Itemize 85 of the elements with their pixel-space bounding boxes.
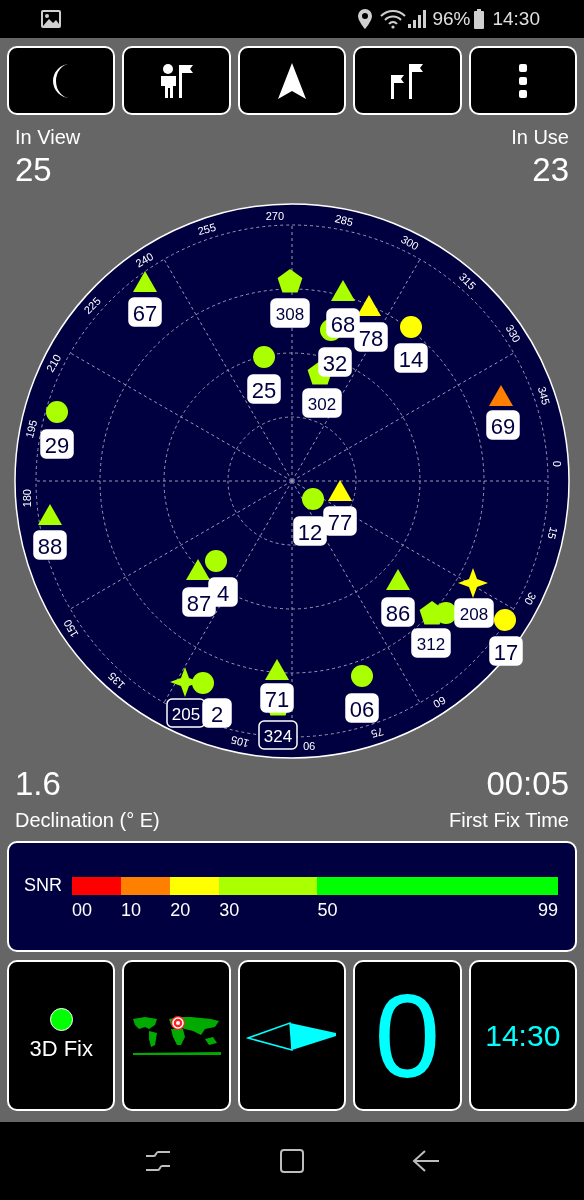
- first-fix-value: 00:05: [486, 764, 569, 804]
- signal-icon: [408, 10, 427, 28]
- battery-percentage: 96%: [432, 6, 471, 31]
- satellite-label: 312: [411, 628, 451, 658]
- toolbar-button[interactable]: [468, 46, 577, 115]
- azimuth-label: 240: [133, 249, 156, 270]
- azimuth-label: 345: [535, 385, 553, 407]
- satellite-label: 86: [381, 597, 415, 627]
- toolbar-button[interactable]: [7, 46, 116, 115]
- satellite-label: 25: [247, 374, 281, 404]
- satellite-label: 69: [486, 410, 520, 440]
- satellite-label: 68: [326, 308, 360, 338]
- satellite-label: 17: [489, 636, 523, 666]
- battery-icon: [474, 9, 485, 29]
- azimuth-label: 225: [81, 294, 103, 317]
- info-tile[interactable]: [237, 960, 347, 1111]
- azimuth-label: 135: [105, 670, 128, 692]
- azimuth-label: 0: [551, 460, 564, 467]
- in-view-label: In View: [15, 125, 81, 150]
- info-tile[interactable]: [122, 960, 231, 1111]
- toolbar-button[interactable]: [237, 46, 347, 115]
- compass-arrow-icon: [246, 1019, 338, 1052]
- satellite-label: 2: [202, 698, 232, 728]
- snr-scale-label: 10: [121, 899, 142, 921]
- info-tile[interactable]: 3D Fix: [7, 960, 116, 1111]
- in-use-label: In Use: [511, 125, 569, 150]
- azimuth-label: 90: [303, 740, 316, 753]
- satellite-label: 302: [302, 388, 342, 418]
- home-icon[interactable]: [279, 1148, 305, 1174]
- azimuth-label: 195: [23, 418, 40, 440]
- location-pin-icon: [358, 9, 373, 29]
- status-time: 14:30: [492, 6, 540, 31]
- snr-scale-label: 99: [538, 899, 558, 921]
- satellite-label: 77: [323, 506, 357, 536]
- snr-label: SNR: [24, 874, 63, 896]
- toolbar-button[interactable]: [122, 46, 231, 115]
- flags-icon: [390, 62, 425, 99]
- first-fix-label: First Fix Time: [449, 808, 569, 833]
- clock-time: 14:30: [485, 1020, 561, 1051]
- azimuth-label: 255: [196, 220, 218, 238]
- info-tile[interactable]: 14:30: [468, 960, 577, 1111]
- satellite-label: 308: [270, 298, 310, 328]
- azimuth-label: 75: [369, 725, 385, 741]
- declination-label: Declination (° E): [15, 808, 160, 833]
- fix-status-label: 3D Fix: [29, 1035, 93, 1063]
- in-use-count: 23: [532, 150, 569, 190]
- azimuth-label: 315: [456, 270, 479, 292]
- satellite-label: 78: [354, 322, 388, 352]
- snr-scale-label: 20: [170, 899, 191, 921]
- azimuth-label: 330: [503, 322, 524, 345]
- satellite-label: 12: [293, 516, 327, 546]
- azimuth-label: 300: [398, 232, 421, 253]
- azimuth-label: 180: [20, 489, 33, 508]
- person-with-flag-icon: [158, 61, 195, 100]
- toolbar-button[interactable]: [353, 46, 462, 115]
- speed-value: 0: [374, 976, 441, 1095]
- satellite-label: 208: [454, 598, 494, 628]
- back-icon[interactable]: [412, 1149, 441, 1173]
- info-tile[interactable]: 0: [353, 960, 462, 1111]
- azimuth-label: 150: [60, 617, 81, 640]
- satellite-label: 205: [166, 698, 206, 728]
- satellite-label: 67: [128, 297, 162, 327]
- in-view-count: 25: [15, 150, 52, 190]
- azimuth-label: 285: [333, 212, 355, 229]
- azimuth-label: 15: [545, 525, 561, 541]
- azimuth-label: 270: [265, 209, 284, 222]
- wifi-icon: [380, 9, 407, 29]
- satellite-label: 06: [345, 693, 379, 723]
- satellite-label: 14: [394, 343, 428, 373]
- azimuth-label: 105: [229, 733, 251, 750]
- azimuth-label: 30: [522, 590, 539, 608]
- snr-scale-label: 50: [317, 899, 338, 921]
- satellite-label: 87: [182, 587, 216, 617]
- declination-value: 1.6: [15, 764, 61, 804]
- satellite-label: 32: [318, 347, 352, 377]
- snr-scale-label: 30: [219, 899, 240, 921]
- image-icon: [41, 10, 61, 28]
- more-options-icon: [517, 62, 528, 99]
- navigation-arrow-icon: [278, 62, 306, 99]
- snr-scale-label: 00: [72, 899, 93, 921]
- satellite-label: 88: [33, 530, 67, 560]
- azimuth-label: 60: [431, 694, 448, 711]
- satellite-label: 324: [258, 720, 298, 750]
- recent-apps-icon[interactable]: [143, 1148, 172, 1174]
- satellite-label: 29: [40, 429, 74, 459]
